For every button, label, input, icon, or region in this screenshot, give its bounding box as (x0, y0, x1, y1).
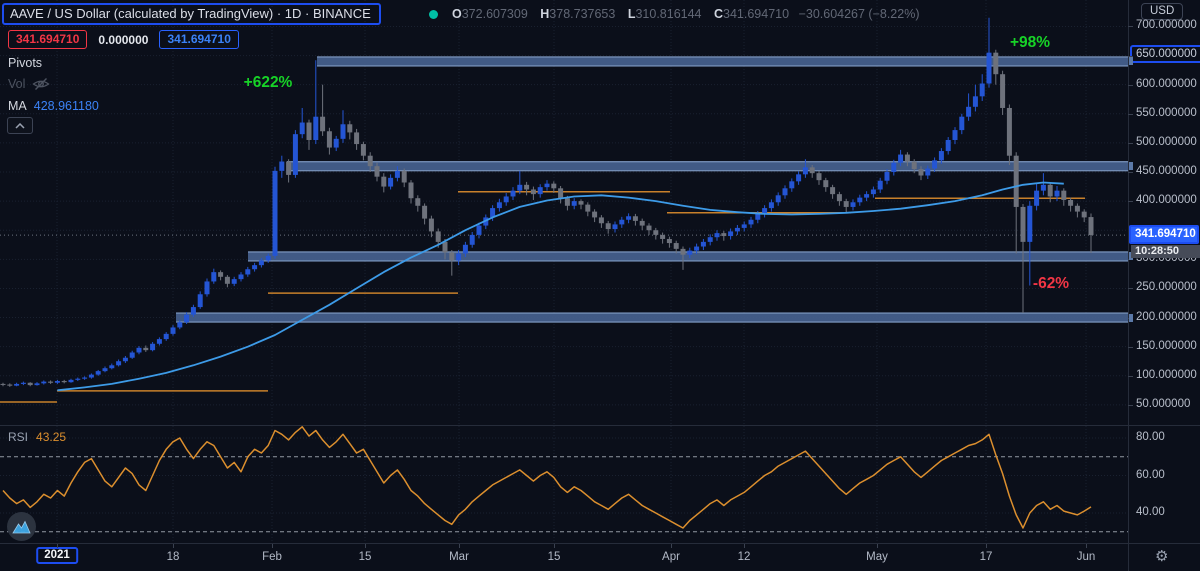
price-label-neutral: 0.000000 (98, 33, 148, 47)
ma-value: 428.961180 (34, 99, 99, 113)
collapse-legend-button[interactable] (7, 117, 33, 134)
time-axis-label: Jun (1077, 551, 1096, 563)
price-axis-label: 500.000000 (1136, 136, 1197, 148)
percent-annotation[interactable]: -62% (1033, 275, 1069, 293)
low-value: 310.816144 (635, 7, 701, 21)
bar-countdown: 10:28:50 (1131, 245, 1200, 258)
close-label: C (714, 7, 723, 21)
price-axis-label: 200.000000 (1136, 311, 1197, 323)
time-axis-label: Mar (449, 551, 469, 563)
time-axis-label: 17 (980, 551, 993, 563)
price-axis-label: 400.000000 (1136, 194, 1197, 206)
open-label: O (452, 7, 462, 21)
time-axis-label: May (866, 551, 888, 563)
time-axis-label: 15 (548, 551, 561, 563)
market-status-icon[interactable] (429, 10, 438, 19)
orange-levels-layer[interactable] (0, 192, 1085, 402)
rsi-axis-label: 40.00 (1136, 506, 1165, 518)
high-label: H (540, 7, 549, 21)
time-axis-label: 12 (738, 551, 751, 563)
symbol-title-box[interactable]: AAVE / US Dollar (calculated by TradingV… (2, 3, 381, 25)
band-axis-mark (1129, 162, 1133, 170)
price-axis-label: 700.000000 (1136, 19, 1197, 31)
ma-label: MA (8, 99, 27, 113)
time-axis-label: 18 (167, 551, 180, 563)
time-tick-mark (986, 544, 987, 548)
percent-annotation[interactable]: +622% (244, 74, 293, 92)
time-axis-year-label[interactable]: 2021 (36, 547, 78, 564)
volume-label: Vol (8, 77, 25, 91)
pivots-label: Pivots (8, 56, 42, 70)
time-tick-mark (744, 544, 745, 548)
price-label-red[interactable]: 341.694710 (8, 30, 87, 49)
percent-annotation[interactable]: +98% (1010, 34, 1050, 52)
axis-tick-mark (1128, 85, 1133, 86)
candles-layer[interactable] (1, 18, 1094, 387)
pivot-bands-layer[interactable] (176, 57, 1128, 322)
grid-layer (0, 0, 1128, 543)
price-axis-label: 450.000000 (1136, 165, 1197, 177)
time-tick-mark (365, 544, 366, 548)
pivots-legend[interactable]: Pivots (8, 56, 42, 70)
mountain-logo-icon (12, 520, 31, 534)
price-axis-label: 550.000000 (1136, 107, 1197, 119)
axis-tick-mark (1128, 405, 1133, 406)
band-axis-mark (1129, 57, 1133, 65)
rsi-axis-label: 60.00 (1136, 469, 1165, 481)
gear-icon[interactable]: ⚙ (1155, 547, 1168, 565)
time-tick-mark (554, 544, 555, 548)
current-price-tag[interactable]: 341.694710 (1129, 225, 1199, 244)
axis-tick-mark (1128, 376, 1133, 377)
time-tick-mark (671, 544, 672, 548)
currency-button[interactable]: USD (1141, 3, 1183, 20)
price-chart-canvas[interactable] (0, 0, 1128, 543)
eye-off-icon[interactable] (32, 77, 50, 91)
rsi-axis-label: 80.00 (1136, 431, 1165, 443)
rsi-label: RSI (8, 430, 28, 444)
price-axis-label: 150.000000 (1136, 340, 1197, 352)
ohlc-readout: O372.607309 H378.737653 L310.816144 C341… (452, 7, 920, 21)
change-value: −30.604267 (−8.22%) (799, 7, 920, 21)
open-value: 372.607309 (462, 7, 528, 21)
price-axis-label: 50.000000 (1136, 398, 1190, 410)
axis-tick-mark (1128, 288, 1133, 289)
rsi-legend[interactable]: RSI 43.25 (8, 430, 66, 444)
currency-label: USD (1150, 5, 1174, 17)
time-tick-mark (459, 544, 460, 548)
price-axis-label: 600.000000 (1136, 78, 1197, 90)
time-axis-scale[interactable]: 2021 18 Feb 15 Mar 15 Apr 12 May 17 Jun (0, 543, 1200, 571)
axis-tick-mark (1128, 201, 1133, 202)
close-value: 341.694710 (723, 7, 789, 21)
axis-tick-mark (1128, 26, 1133, 27)
price-line-labels: 341.694710 0.000000 341.694710 (8, 30, 239, 49)
price-axis-label: 250.000000 (1136, 281, 1197, 293)
current-price-value: 341.694710 (1131, 227, 1197, 242)
rsi-value: 43.25 (36, 430, 66, 444)
chart-logo-button[interactable] (7, 512, 36, 541)
time-axis-label: Feb (262, 551, 282, 563)
high-value: 378.737653 (549, 7, 615, 21)
time-tick-mark (1086, 544, 1087, 548)
symbol-title: AAVE / US Dollar (calculated by TradingV… (10, 6, 371, 21)
time-tick-mark (57, 544, 58, 548)
time-tick-mark (877, 544, 878, 548)
time-tick-mark (272, 544, 273, 548)
ma-legend[interactable]: MA 428.961180 (8, 99, 99, 113)
price-axis-label: 100.000000 (1136, 369, 1197, 381)
trading-chart-app: AAVE / US Dollar (calculated by TradingV… (0, 0, 1200, 571)
axis-tick-mark (1128, 172, 1133, 173)
price-label-blue[interactable]: 341.694710 (159, 30, 238, 49)
time-axis-label: 15 (359, 551, 372, 563)
pane-separator[interactable] (0, 425, 1200, 426)
time-axis-label: Apr (662, 551, 680, 563)
price-axis-label: 650.000000 (1130, 45, 1200, 63)
axis-tick-mark (1128, 114, 1133, 115)
time-tick-mark (173, 544, 174, 548)
volume-legend[interactable]: Vol (8, 77, 50, 91)
axis-tick-mark (1128, 347, 1133, 348)
axis-tick-mark (1128, 143, 1133, 144)
chevron-up-icon (15, 123, 25, 129)
band-axis-mark (1129, 314, 1133, 322)
